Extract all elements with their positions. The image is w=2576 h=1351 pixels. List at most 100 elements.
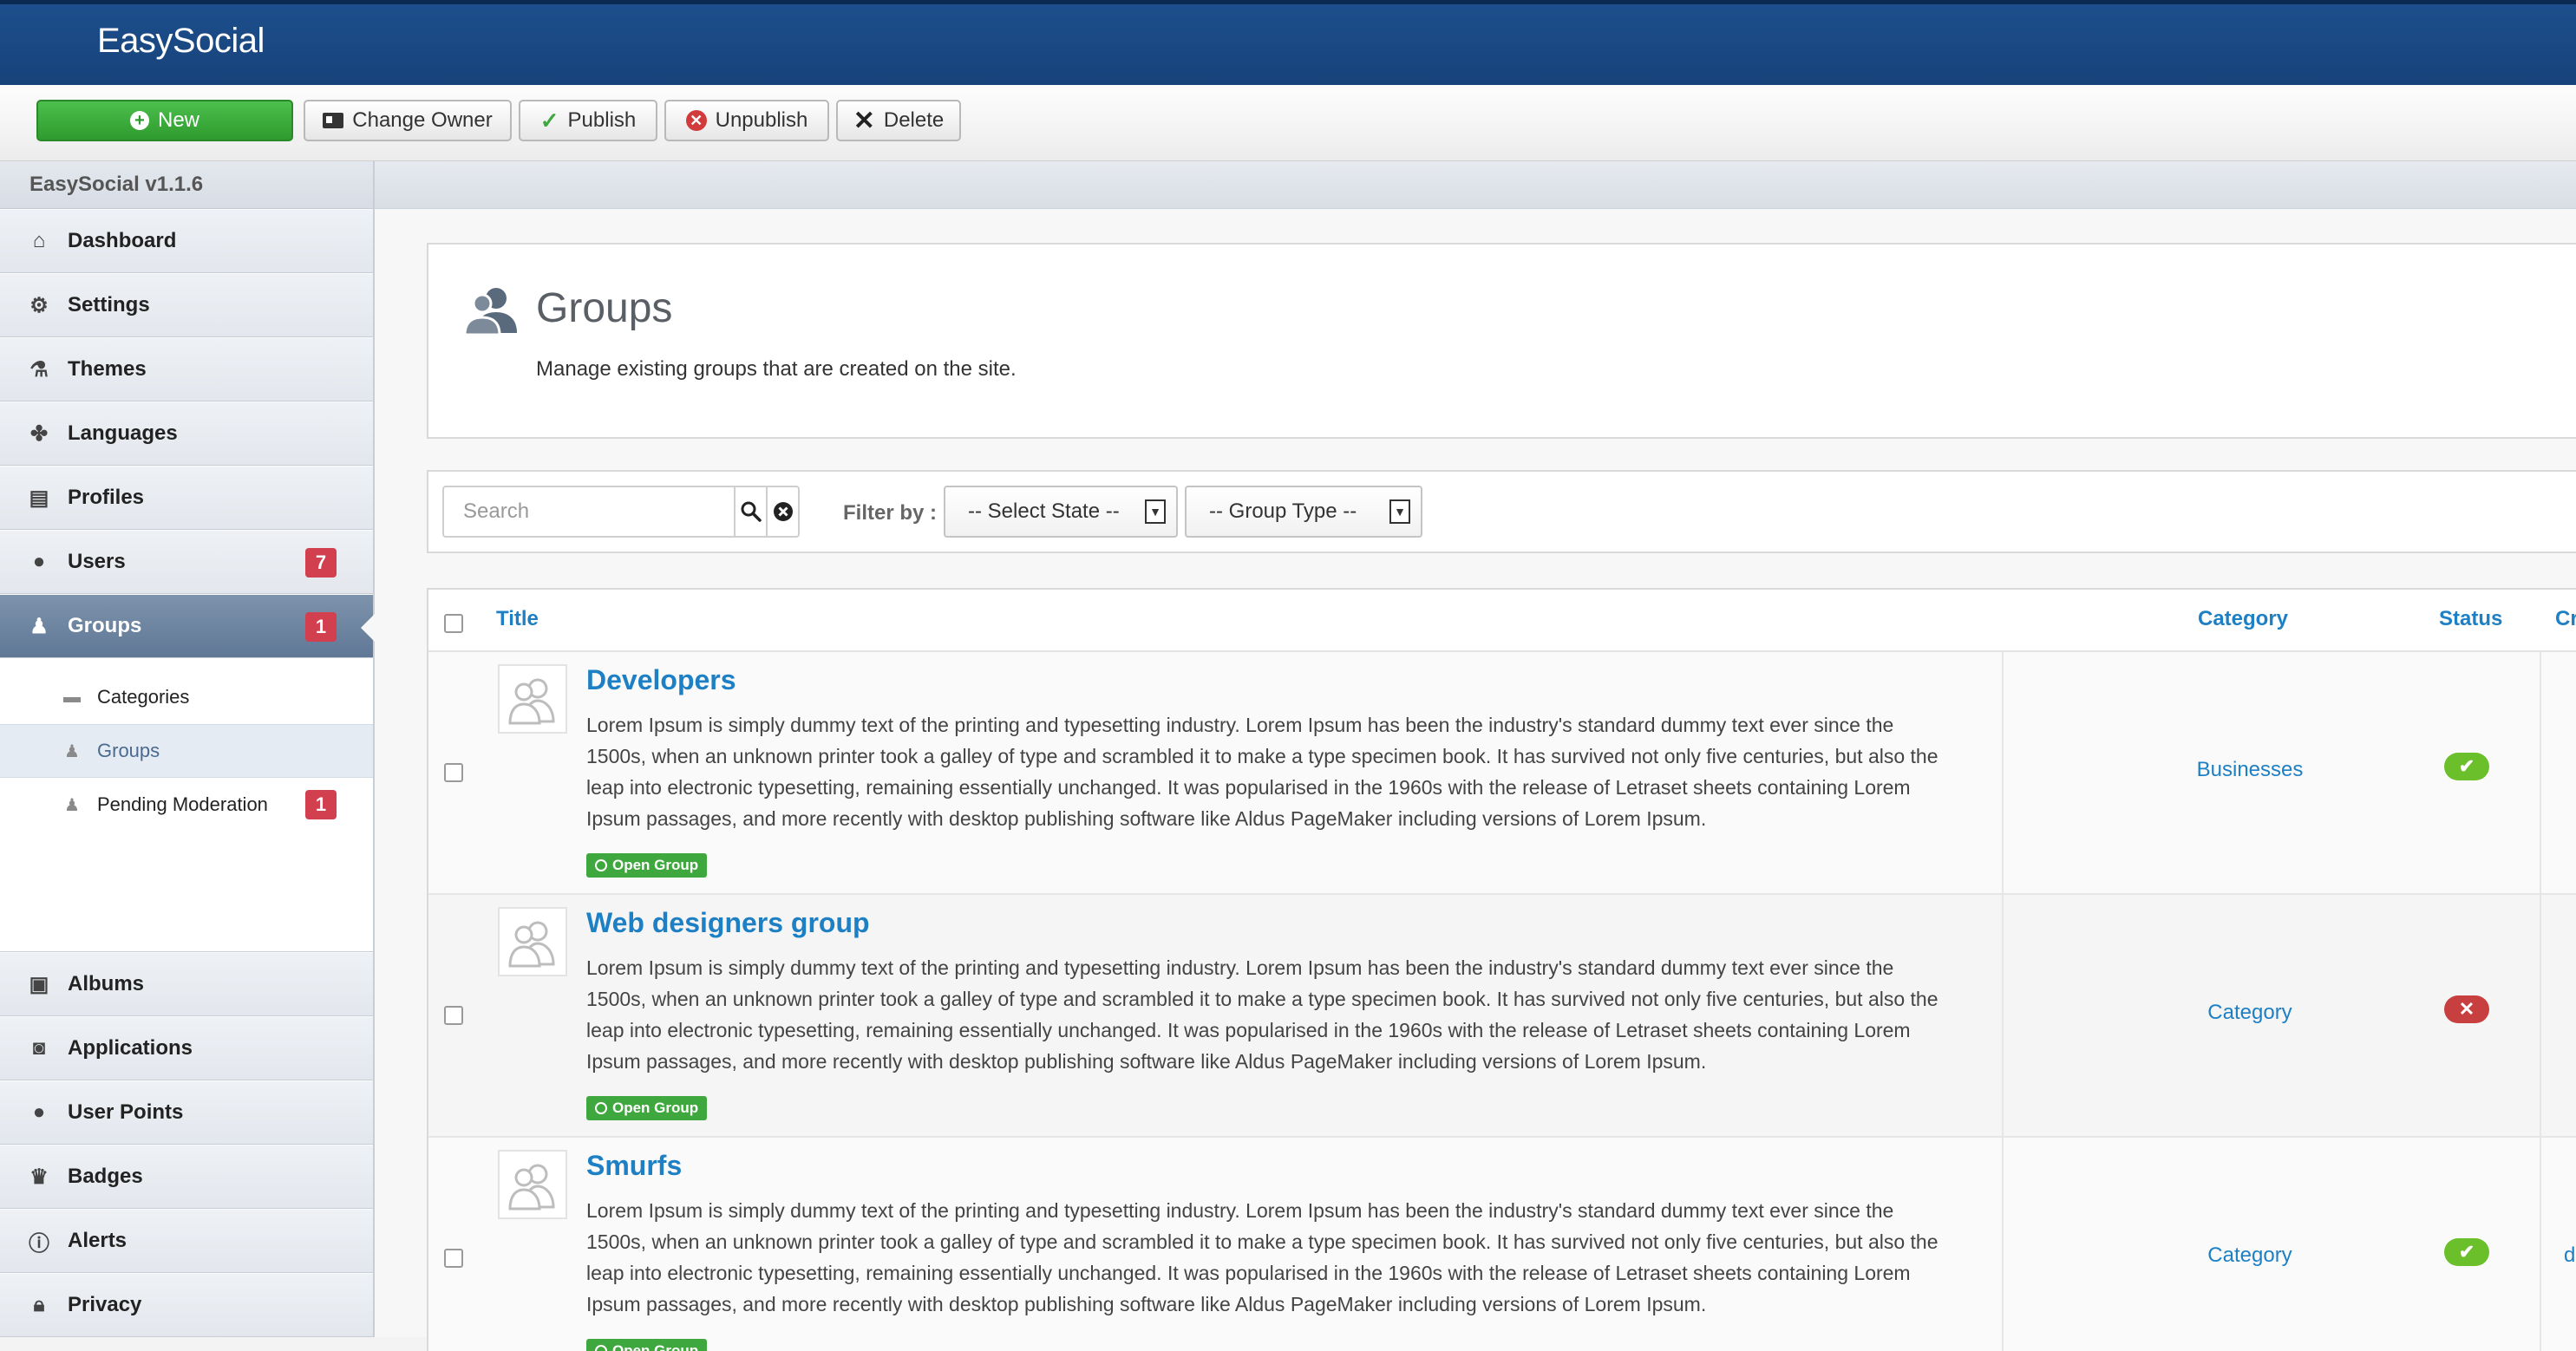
row-checkbox[interactable] [444, 763, 463, 782]
group-description: Lorem Ipsum is simply dummy text of the … [586, 1199, 1939, 1315]
group-category-link[interactable]: Category [2146, 1001, 2354, 1025]
group-type-tag: Open Group [586, 1096, 708, 1120]
flask-icon: ⚗ [29, 357, 49, 382]
status-published-toggle[interactable]: ✔ [2444, 753, 2489, 780]
status-published-toggle[interactable]: ✔ [2444, 1238, 2489, 1266]
sidebar-item-alerts[interactable]: ⓘ Alerts [0, 1209, 373, 1273]
sidebar-item-settings[interactable]: ⚙ Settings [0, 273, 373, 337]
groups-count-badge: 1 [305, 612, 337, 642]
sidebar-item-label: Groups [68, 614, 142, 637]
column-divider [2002, 895, 2004, 1136]
group-icon: ♟ [64, 741, 80, 761]
column-divider [2540, 895, 2541, 1136]
group-title-link[interactable]: Web designers group [586, 907, 870, 939]
group-type-select[interactable]: -- Group Type -- ▼ [1185, 486, 1422, 538]
change-owner-button[interactable]: Change Owner [304, 100, 512, 141]
column-category[interactable]: Category [2198, 607, 2288, 631]
toolbar: + New Change Owner ✓ Publish ✕ Unpublish… [0, 85, 2576, 161]
sidebar-item-label: Badges [68, 1165, 143, 1188]
state-select[interactable]: -- Select State -- ▼ [944, 486, 1178, 538]
new-button[interactable]: + New [36, 100, 293, 141]
sidebar-submenu: ▬ Categories ♟ Groups ♟ Pending Moderati… [0, 658, 373, 952]
unpublish-icon: ✕ [685, 110, 707, 131]
sidebar-item-label: Privacy [68, 1293, 142, 1316]
groups-table: Title Category Status Cr Devel [427, 588, 2576, 1351]
column-created[interactable]: Cr [2555, 607, 2576, 631]
sidebar-item-profiles[interactable]: ▤ Profiles [0, 466, 373, 530]
group-title-link[interactable]: Smurfs [586, 1150, 682, 1182]
clear-icon [773, 502, 793, 521]
search-input[interactable] [444, 487, 734, 536]
sidebar-item-languages[interactable]: ✤ Languages [0, 401, 373, 466]
table-body: Developers Lorem Ipsum is simply dummy t… [428, 652, 2576, 1351]
group-description: Lorem Ipsum is simply dummy text of the … [586, 714, 1939, 830]
delete-button[interactable]: ✕ Delete [836, 100, 961, 141]
group-created-by-link[interactable]: d [2564, 1243, 2575, 1268]
gear-icon: ⚙ [29, 293, 49, 317]
page-title: Groups [536, 285, 673, 331]
plus-circle-icon: + [129, 111, 149, 130]
change-owner-label: Change Owner [352, 108, 493, 132]
group-category-link[interactable]: Category [2146, 1243, 2354, 1268]
filter-label: Filter by : [843, 501, 938, 525]
group-type-label: Open Group [612, 1100, 699, 1116]
sidebar-item-groups[interactable]: ♟ Groups 1 [0, 594, 375, 658]
sidebar-item-themes[interactable]: ⚗ Themes [0, 337, 373, 401]
column-status[interactable]: Status [2439, 607, 2502, 631]
sidebar-item-albums[interactable]: ▣ Albums [0, 952, 373, 1016]
group-avatar [498, 664, 567, 734]
filter-bar: Filter by : -- Select State -- ▼ -- Grou… [427, 470, 2576, 553]
row-checkbox[interactable] [444, 1249, 463, 1268]
column-title[interactable]: Title [496, 607, 539, 631]
select-all-checkbox[interactable] [444, 614, 463, 633]
sidebar: EasySocial v1.1.6 ⌂ Dashboard ⚙ Settings… [0, 161, 375, 1337]
sidebar-item-label: Users [68, 550, 126, 573]
main-content: Groups Manage existing groups that are c… [375, 161, 2576, 1351]
row-checkbox[interactable] [444, 1006, 463, 1025]
group-title-link[interactable]: Developers [586, 664, 736, 696]
group-placeholder-icon [508, 678, 555, 725]
users-count-badge: 7 [305, 548, 337, 578]
group-placeholder-icon [508, 921, 555, 968]
folder-icon: ▬ [63, 687, 81, 707]
search-button[interactable] [734, 487, 766, 536]
group-description: Lorem Ipsum is simply dummy text of the … [586, 956, 1939, 1073]
id-card-icon [323, 113, 344, 128]
table-row: Smurfs Lorem Ipsum is simply dummy text … [428, 1138, 2576, 1351]
clear-search-button[interactable] [766, 487, 798, 536]
sidebar-item-user-points[interactable]: ● User Points [0, 1080, 373, 1145]
group-icon [463, 288, 517, 336]
delete-label: Delete [883, 108, 945, 132]
column-divider [2002, 652, 2004, 893]
state-select-value: -- Select State -- [968, 499, 1120, 523]
group-category-link[interactable]: Businesses [2146, 758, 2354, 782]
table-header: Title Category Status Cr [428, 590, 2576, 652]
sidebar-subitem-groups[interactable]: ♟ Groups [0, 724, 373, 778]
sidebar-item-privacy[interactable]: 🔒︎ Privacy [0, 1273, 373, 1337]
group-icon: ♟ [29, 614, 49, 638]
publish-button[interactable]: ✓ Publish [519, 100, 657, 141]
sidebar-item-badges[interactable]: ♛ Badges [0, 1145, 373, 1209]
group-placeholder-icon [508, 1164, 555, 1211]
puzzle-icon: ✤ [29, 421, 49, 446]
top-bar: EasySocial [0, 0, 2576, 85]
main-header-strip [375, 161, 2576, 209]
sidebar-subitem-label: Categories [97, 686, 190, 708]
sidebar-subitem-pending-moderation[interactable]: ♟ Pending Moderation 1 [0, 778, 373, 832]
sidebar-subitem-categories[interactable]: ▬ Categories [0, 670, 373, 724]
group-icon: ♟ [64, 795, 80, 815]
group-type-tag: Open Group [586, 1339, 708, 1351]
status-unpublished-toggle[interactable]: ✕ [2444, 995, 2489, 1023]
sidebar-item-users[interactable]: ● Users 7 [0, 530, 373, 594]
check-icon: ✓ [539, 107, 559, 134]
unpublish-label: Unpublish [715, 108, 808, 132]
table-row: Web designers group Lorem Ipsum is simpl… [428, 895, 2576, 1138]
pending-count-badge: 1 [305, 790, 337, 819]
sidebar-item-dashboard[interactable]: ⌂ Dashboard [0, 209, 373, 273]
sidebar-item-label: User Points [68, 1100, 184, 1124]
sidebar-item-label: Profiles [68, 486, 145, 509]
search-box [442, 486, 800, 538]
unpublish-button[interactable]: ✕ Unpublish [664, 100, 829, 141]
sidebar-item-applications[interactable]: ◙ Applications [0, 1016, 373, 1080]
page-description: Manage existing groups that are created … [536, 357, 1017, 381]
